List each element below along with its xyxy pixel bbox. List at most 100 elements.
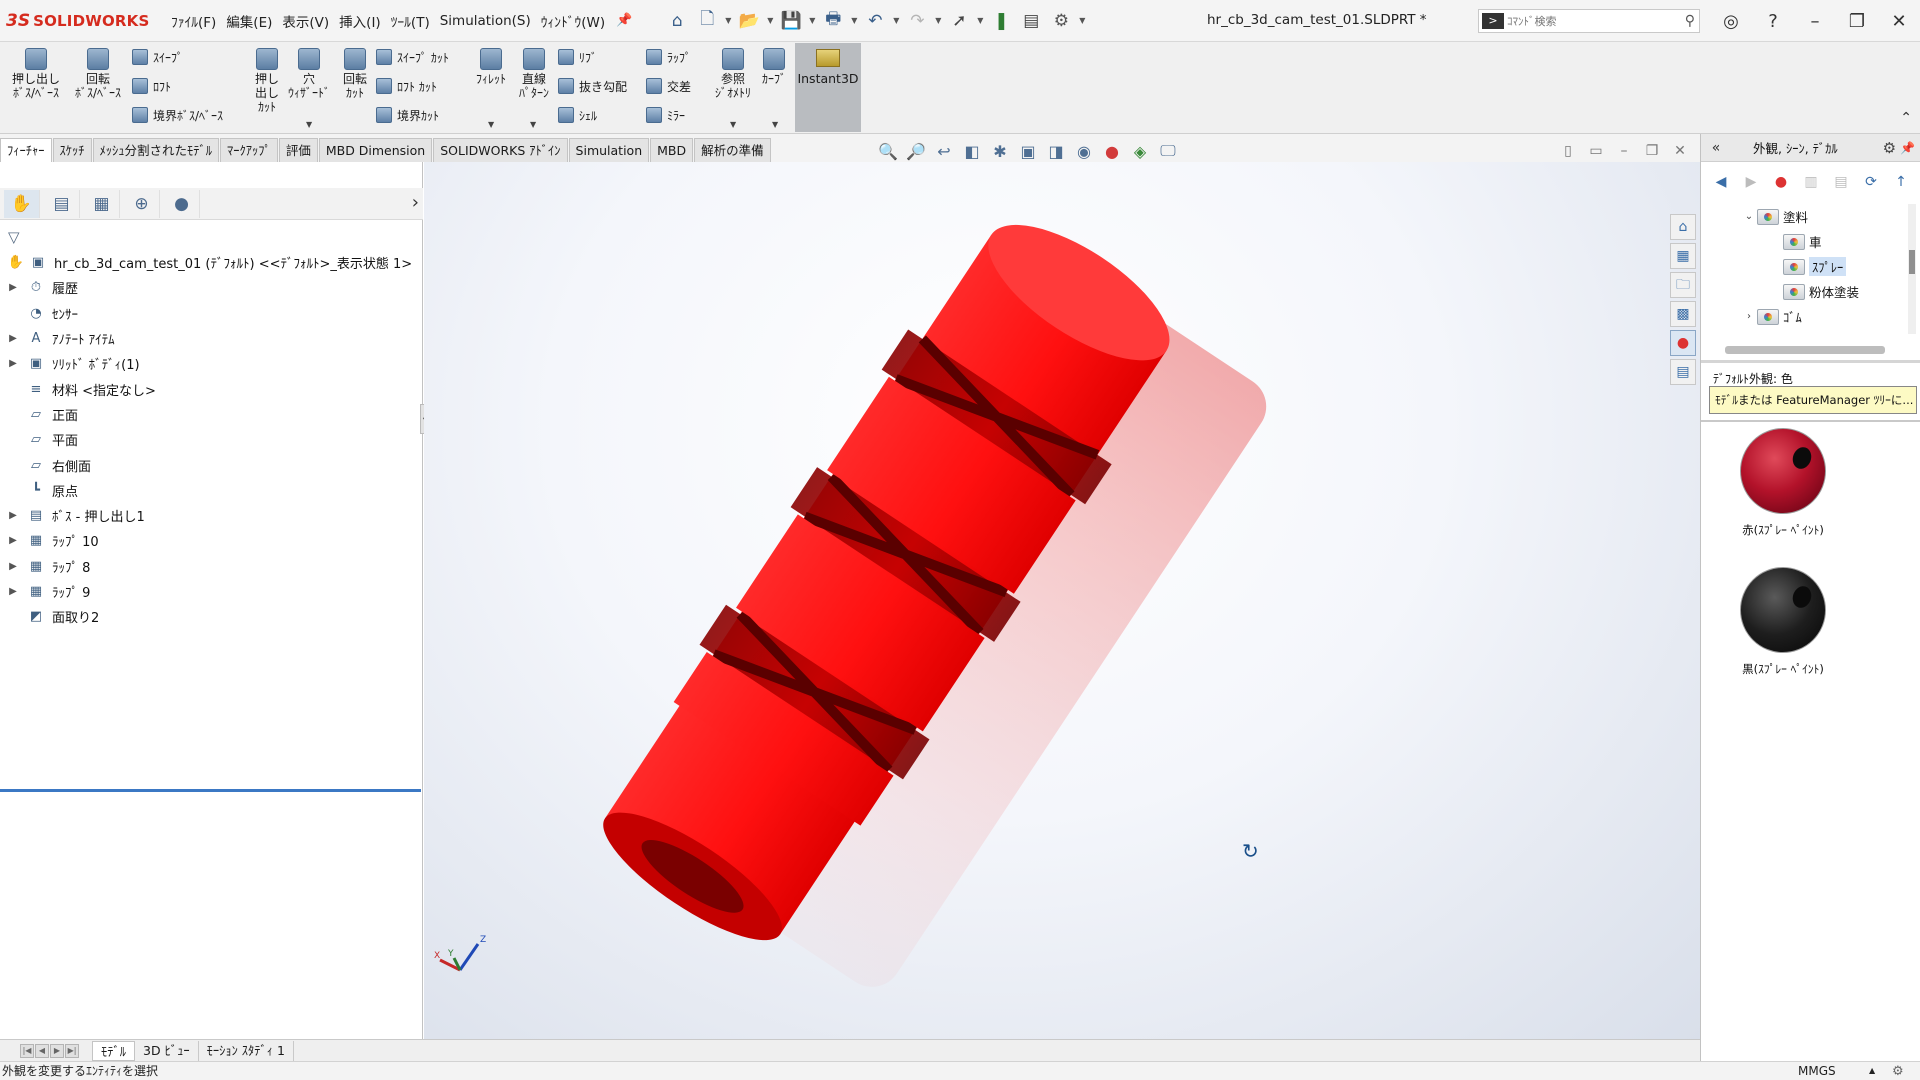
tab-mbd-dimension[interactable]: MBD Dimension bbox=[318, 138, 433, 162]
expand-arrow-icon[interactable]: ▶ bbox=[6, 561, 20, 572]
revolved-boss-button[interactable]: 回転 ﾎﾞｽ/ﾍﾞｰｽ bbox=[68, 44, 128, 100]
swept-cut-button[interactable]: ｽｲｰﾌﾟ ｶｯﾄ bbox=[376, 46, 449, 68]
add-folder-icon[interactable]: ▥ bbox=[1799, 170, 1823, 194]
tree-item[interactable]: ▶ ▦ ﾗｯﾌﾟ 10 bbox=[0, 528, 423, 553]
tree-item[interactable]: ◩ 面取り2 bbox=[0, 604, 423, 629]
expand-arrow-icon[interactable]: ▶ bbox=[6, 282, 20, 293]
intersect-button[interactable]: 交差 bbox=[646, 75, 691, 97]
section-view-icon[interactable]: ◧ bbox=[958, 138, 986, 164]
tab-model[interactable]: ﾓﾃﾞﾙ bbox=[92, 1040, 136, 1061]
tab-solidworks-addins[interactable]: SOLIDWORKS ｱﾄﾞｲﾝ bbox=[433, 138, 568, 162]
minimize-icon[interactable]: – bbox=[1794, 0, 1836, 42]
revolved-cut-button[interactable]: 回転 ｶｯﾄ bbox=[338, 44, 372, 100]
menu-view[interactable]: 表示(V) bbox=[277, 11, 334, 31]
dimxpert-manager-tab-icon[interactable]: ⊕ bbox=[124, 189, 160, 218]
last-tab-icon[interactable]: ▶| bbox=[65, 1043, 79, 1058]
options-dropdown-icon[interactable]: ▼ bbox=[1076, 16, 1088, 25]
appearance-folder[interactable]: ⌄ 塗料 bbox=[1741, 204, 1859, 229]
display-manager-tab-icon[interactable]: ● bbox=[164, 189, 200, 218]
forward-arrow-icon[interactable]: ▶ bbox=[1739, 170, 1763, 194]
hole-wizard-dropdown-icon[interactable]: ▼ bbox=[306, 120, 312, 129]
display-style-icon[interactable]: ◨ bbox=[1042, 138, 1070, 164]
pane-divider[interactable] bbox=[1701, 360, 1920, 363]
command-search[interactable]: > ⚲ bbox=[1478, 9, 1700, 33]
expand-arrow-icon[interactable]: ▶ bbox=[6, 358, 20, 369]
open-icon[interactable]: 📂 bbox=[734, 7, 764, 35]
expand-arrow-icon[interactable]: ▶ bbox=[6, 535, 20, 546]
help-icon[interactable]: ? bbox=[1752, 0, 1794, 42]
select-arrow-icon[interactable]: ➚ bbox=[944, 7, 974, 35]
draft-button[interactable]: 抜き勾配 bbox=[558, 75, 627, 97]
fillet-dropdown-icon[interactable]: ▼ bbox=[488, 120, 494, 129]
appearance-folder[interactable]: › ｺﾞﾑ bbox=[1741, 304, 1859, 329]
tree-item[interactable]: ▶ ▤ ﾎﾞｽ - 押し出し1 bbox=[0, 503, 423, 528]
expand-arrow-icon[interactable]: ▶ bbox=[6, 586, 20, 597]
customize-status-icon[interactable]: ⚙ bbox=[1892, 1063, 1904, 1080]
viewport-tile-icon[interactable]: ▭ bbox=[1582, 138, 1610, 164]
menu-pin-icon[interactable]: 📌 bbox=[616, 13, 632, 28]
unit-system[interactable]: MMGS bbox=[1798, 1062, 1836, 1080]
curves-dropdown-icon[interactable]: ▼ bbox=[772, 120, 778, 129]
tree-item[interactable]: ▶ A ｱﾉﾃｰﾄ ｱｲﾃﾑ bbox=[0, 326, 423, 351]
viewport-close-icon[interactable]: ✕ bbox=[1666, 138, 1694, 164]
home-tab-icon[interactable]: ⌂ bbox=[1670, 214, 1696, 240]
tree-item[interactable]: ◔ ｾﾝｻｰ bbox=[0, 301, 423, 326]
lofted-cut-button[interactable]: ﾛﾌﾄ ｶｯﾄ bbox=[376, 75, 437, 97]
tab-markup[interactable]: ﾏｰｸｱｯﾌﾟ bbox=[220, 138, 278, 162]
chevron-right-icon[interactable]: › bbox=[412, 192, 419, 213]
linear-pattern-button[interactable]: 直線 ﾊﾟﾀｰﾝ bbox=[514, 44, 554, 100]
tree-item[interactable]: ▱ 右側面 bbox=[0, 452, 423, 477]
tree-item[interactable]: ▶ ▦ ﾗｯﾌﾟ 8 bbox=[0, 554, 423, 579]
rollback-bar[interactable] bbox=[0, 789, 421, 792]
previous-view-icon[interactable]: ↩ bbox=[930, 138, 958, 164]
chevron-right-icon[interactable]: › bbox=[1741, 311, 1757, 322]
shell-button[interactable]: ｼｪﾙ bbox=[558, 104, 597, 126]
tab-evaluate[interactable]: 評価 bbox=[278, 138, 318, 162]
boundary-boss-button[interactable]: 境界ﾎﾞｽ/ﾍﾞｰｽ bbox=[132, 104, 223, 126]
hole-wizard-button[interactable]: 穴 ｳｨｻﾞｰﾄﾞ bbox=[284, 44, 334, 100]
restore-icon[interactable]: ❐ bbox=[1836, 0, 1878, 42]
hide-show-items-icon[interactable]: ◉ bbox=[1070, 138, 1098, 164]
rib-button[interactable]: ﾘﾌﾞ bbox=[558, 46, 597, 68]
collapse-pane-icon[interactable]: « bbox=[1701, 140, 1731, 156]
menu-simulation[interactable]: Simulation(S) bbox=[435, 13, 536, 29]
unit-dropdown-icon[interactable]: ▲ bbox=[1869, 1062, 1875, 1080]
custom-properties-tab-icon[interactable]: ▤ bbox=[1670, 359, 1696, 385]
menu-window[interactable]: ｳｨﾝﾄﾞｳ(W) bbox=[536, 11, 610, 31]
user-account-icon[interactable]: ◎ bbox=[1710, 0, 1752, 42]
task-pane-pin-icon[interactable]: 📌 bbox=[1900, 141, 1915, 155]
tree-item[interactable]: ▱ 正面 bbox=[0, 402, 423, 427]
command-search-input[interactable] bbox=[1507, 14, 1657, 28]
appearance-folder[interactable]: ｽﾌﾟﾚｰ bbox=[1741, 254, 1859, 279]
redo-dropdown-icon[interactable]: ▼ bbox=[932, 16, 944, 25]
next-tab-icon[interactable]: ▶ bbox=[50, 1043, 64, 1058]
viewport-minimize-icon[interactable]: – bbox=[1610, 138, 1638, 164]
up-arrow-icon[interactable]: ↑ bbox=[1889, 170, 1913, 194]
tab-motion-study[interactable]: ﾓｰｼｮﾝ ｽﾀﾃﾞｨ 1 bbox=[199, 1040, 294, 1061]
swatch-black-spray-paint[interactable]: 黒(ｽﾌﾟﾚｰ ﾍﾟｲﾝﾄ) bbox=[1728, 567, 1838, 677]
print-icon[interactable]: 🖶 bbox=[818, 7, 848, 35]
close-icon[interactable]: ✕ bbox=[1878, 0, 1920, 42]
tab-3d-views[interactable]: 3D ﾋﾞｭｰ bbox=[135, 1040, 199, 1061]
save-icon[interactable]: 💾 bbox=[776, 7, 806, 35]
collapse-ribbon-icon[interactable]: ⌃ bbox=[1900, 110, 1912, 126]
tree-item[interactable]: ┗ 原点 bbox=[0, 478, 423, 503]
zoom-to-fit-icon[interactable]: 🔍 bbox=[874, 138, 902, 164]
curves-button[interactable]: ｶｰﾌﾞ bbox=[756, 44, 792, 86]
view-palette-tab-icon[interactable]: ▩ bbox=[1670, 301, 1696, 327]
zoom-to-area-icon[interactable]: 🔎 bbox=[902, 138, 930, 164]
tab-features[interactable]: ﾌｨｰﾁｬｰ bbox=[0, 138, 52, 162]
tree-root-part[interactable]: ✋ ▣ hr_cb_3d_cam_test_01 (ﾃﾞﾌｫﾙﾄ) <<ﾃﾞﾌｫﾙﾄ… bbox=[0, 250, 423, 275]
task-pane-gear-icon[interactable]: ⚙ bbox=[1883, 139, 1896, 157]
tree-item[interactable]: ≡ 材料 <指定なし> bbox=[0, 376, 423, 401]
tab-analysis-preparation[interactable]: 解析の準備 bbox=[694, 138, 771, 162]
pattern-dropdown-icon[interactable]: ▼ bbox=[530, 120, 536, 129]
edit-appearance-icon[interactable]: ● bbox=[1098, 138, 1126, 164]
feature-manager-tab-icon[interactable]: ✋ bbox=[4, 189, 40, 218]
view-orientation-icon[interactable]: ▣ bbox=[1014, 138, 1042, 164]
back-arrow-icon[interactable]: ◀ bbox=[1709, 170, 1733, 194]
reference-geometry-button[interactable]: 参照 ｼﾞｵﾒﾄﾘ bbox=[714, 44, 752, 100]
rebuild-icon[interactable]: ❚ bbox=[986, 7, 1016, 35]
previous-tab-icon[interactable]: ◀ bbox=[35, 1043, 49, 1058]
new-folder-icon[interactable]: ▤ bbox=[1829, 170, 1853, 194]
